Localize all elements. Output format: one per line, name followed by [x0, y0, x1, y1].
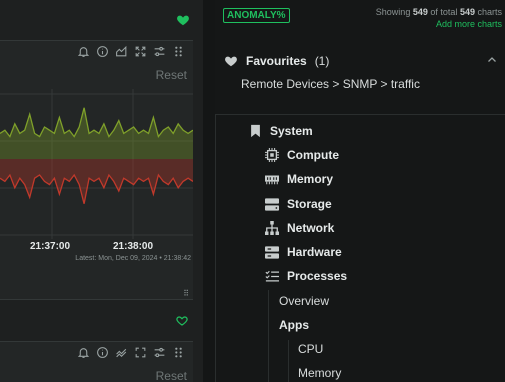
chart-card: Reset 21:37:00 21:38:00 Latest: Mon, Dec…	[0, 40, 193, 300]
chart-toolbar-2	[76, 345, 185, 359]
tree-item-label: System	[270, 124, 313, 138]
hardware-icon	[265, 245, 279, 259]
memory-icon	[265, 172, 279, 186]
line-chart-icon[interactable]	[114, 345, 128, 359]
tree-item-label: Processes	[287, 269, 348, 283]
cpu-icon	[265, 148, 279, 162]
chart-tree: System Compute Memory Storage Network Ha…	[215, 114, 505, 382]
resize-handle-icon[interactable]: ⠿	[183, 289, 189, 298]
tree-item-network[interactable]: Network	[265, 221, 334, 235]
reset-button[interactable]: Reset	[156, 68, 187, 82]
heart-filled-icon[interactable]	[176, 13, 190, 27]
chevron-up-icon[interactable]	[486, 54, 498, 66]
tree-item-label: Compute	[287, 148, 339, 162]
favourites-header[interactable]: Favourites (1)	[224, 52, 500, 70]
expand-icon[interactable]	[133, 44, 147, 58]
tree-guide-line	[268, 290, 269, 382]
favourites-title: Favourites	[246, 54, 307, 68]
tree-item-label: Storage	[287, 197, 332, 211]
reset-button-2[interactable]: Reset	[156, 369, 187, 382]
tree-item-label: Apps	[279, 318, 309, 332]
storage-icon	[265, 197, 279, 211]
anomaly-toggle-button[interactable]: ANOMALY%	[223, 8, 290, 23]
favourite-item[interactable]: Remote Devices > SNMP > traffic	[241, 77, 420, 91]
drag-handle-icon[interactable]	[171, 345, 185, 359]
chart-panel: Reset 21:37:00 21:38:00 Latest: Mon, Dec…	[0, 0, 203, 382]
x-tick-label: 21:37:00	[30, 241, 71, 252]
favourites-count: (1)	[314, 54, 330, 68]
showing-prefix: Showing	[375, 7, 411, 17]
list-icon	[265, 269, 279, 283]
latest-timestamp: Latest: Mon, Dec 09, 2024 • 21:38:42	[75, 255, 191, 262]
info-icon[interactable]	[95, 345, 109, 359]
drag-handle-icon[interactable]	[171, 44, 185, 58]
showing-mid: of total	[430, 7, 458, 17]
x-tick-label: 21:38:00	[113, 241, 154, 252]
charts-count-text: Showing 549 of total 549 charts	[376, 7, 502, 17]
tree-item-memory-apps[interactable]: Memory	[298, 366, 341, 380]
tree-item-system[interactable]: System	[248, 124, 313, 138]
showing-count: 549	[412, 7, 428, 17]
network-icon	[265, 221, 279, 235]
tree-item-label: Hardware	[287, 245, 342, 259]
tree-item-label: Memory	[287, 172, 334, 186]
heart-icon	[225, 56, 237, 67]
tree-guide-line	[288, 340, 289, 382]
panel-divider	[203, 0, 215, 382]
tree-item-label: Network	[287, 221, 335, 235]
charts-sidebar: ANOMALY% Showing 549 of total 549 charts…	[215, 0, 505, 382]
chart-card-2: Reset	[0, 341, 193, 382]
showing-suffix: charts	[477, 7, 502, 17]
tree-item-overview[interactable]: Overview	[279, 294, 329, 308]
chart-plot[interactable]	[0, 89, 193, 269]
tree-item-apps[interactable]: Apps	[279, 318, 309, 332]
filter-sliders-icon[interactable]	[152, 345, 166, 359]
area-chart-icon[interactable]	[114, 44, 128, 58]
tree-item-cpu[interactable]: CPU	[298, 342, 323, 356]
add-more-charts-link[interactable]: Add more charts	[436, 19, 502, 29]
tree-item-label: Memory	[298, 366, 342, 380]
heart-outline-icon[interactable]	[176, 315, 188, 327]
bookmark-icon	[248, 124, 262, 138]
expand-icon[interactable]	[133, 345, 147, 359]
tree-item-label: CPU	[298, 342, 324, 356]
tree-item-compute[interactable]: Compute	[265, 148, 339, 162]
tree-item-storage[interactable]: Storage	[265, 197, 332, 211]
tree-item-hardware[interactable]: Hardware	[265, 245, 342, 259]
filter-sliders-icon[interactable]	[152, 44, 166, 58]
bell-icon[interactable]	[76, 345, 90, 359]
info-icon[interactable]	[95, 44, 109, 58]
tree-item-processes[interactable]: Processes	[265, 269, 347, 283]
tree-item-memory[interactable]: Memory	[265, 172, 333, 186]
chart-toolbar	[76, 44, 185, 58]
tree-item-label: Overview	[279, 294, 330, 308]
bell-icon[interactable]	[76, 44, 90, 58]
total-count: 549	[459, 7, 475, 17]
